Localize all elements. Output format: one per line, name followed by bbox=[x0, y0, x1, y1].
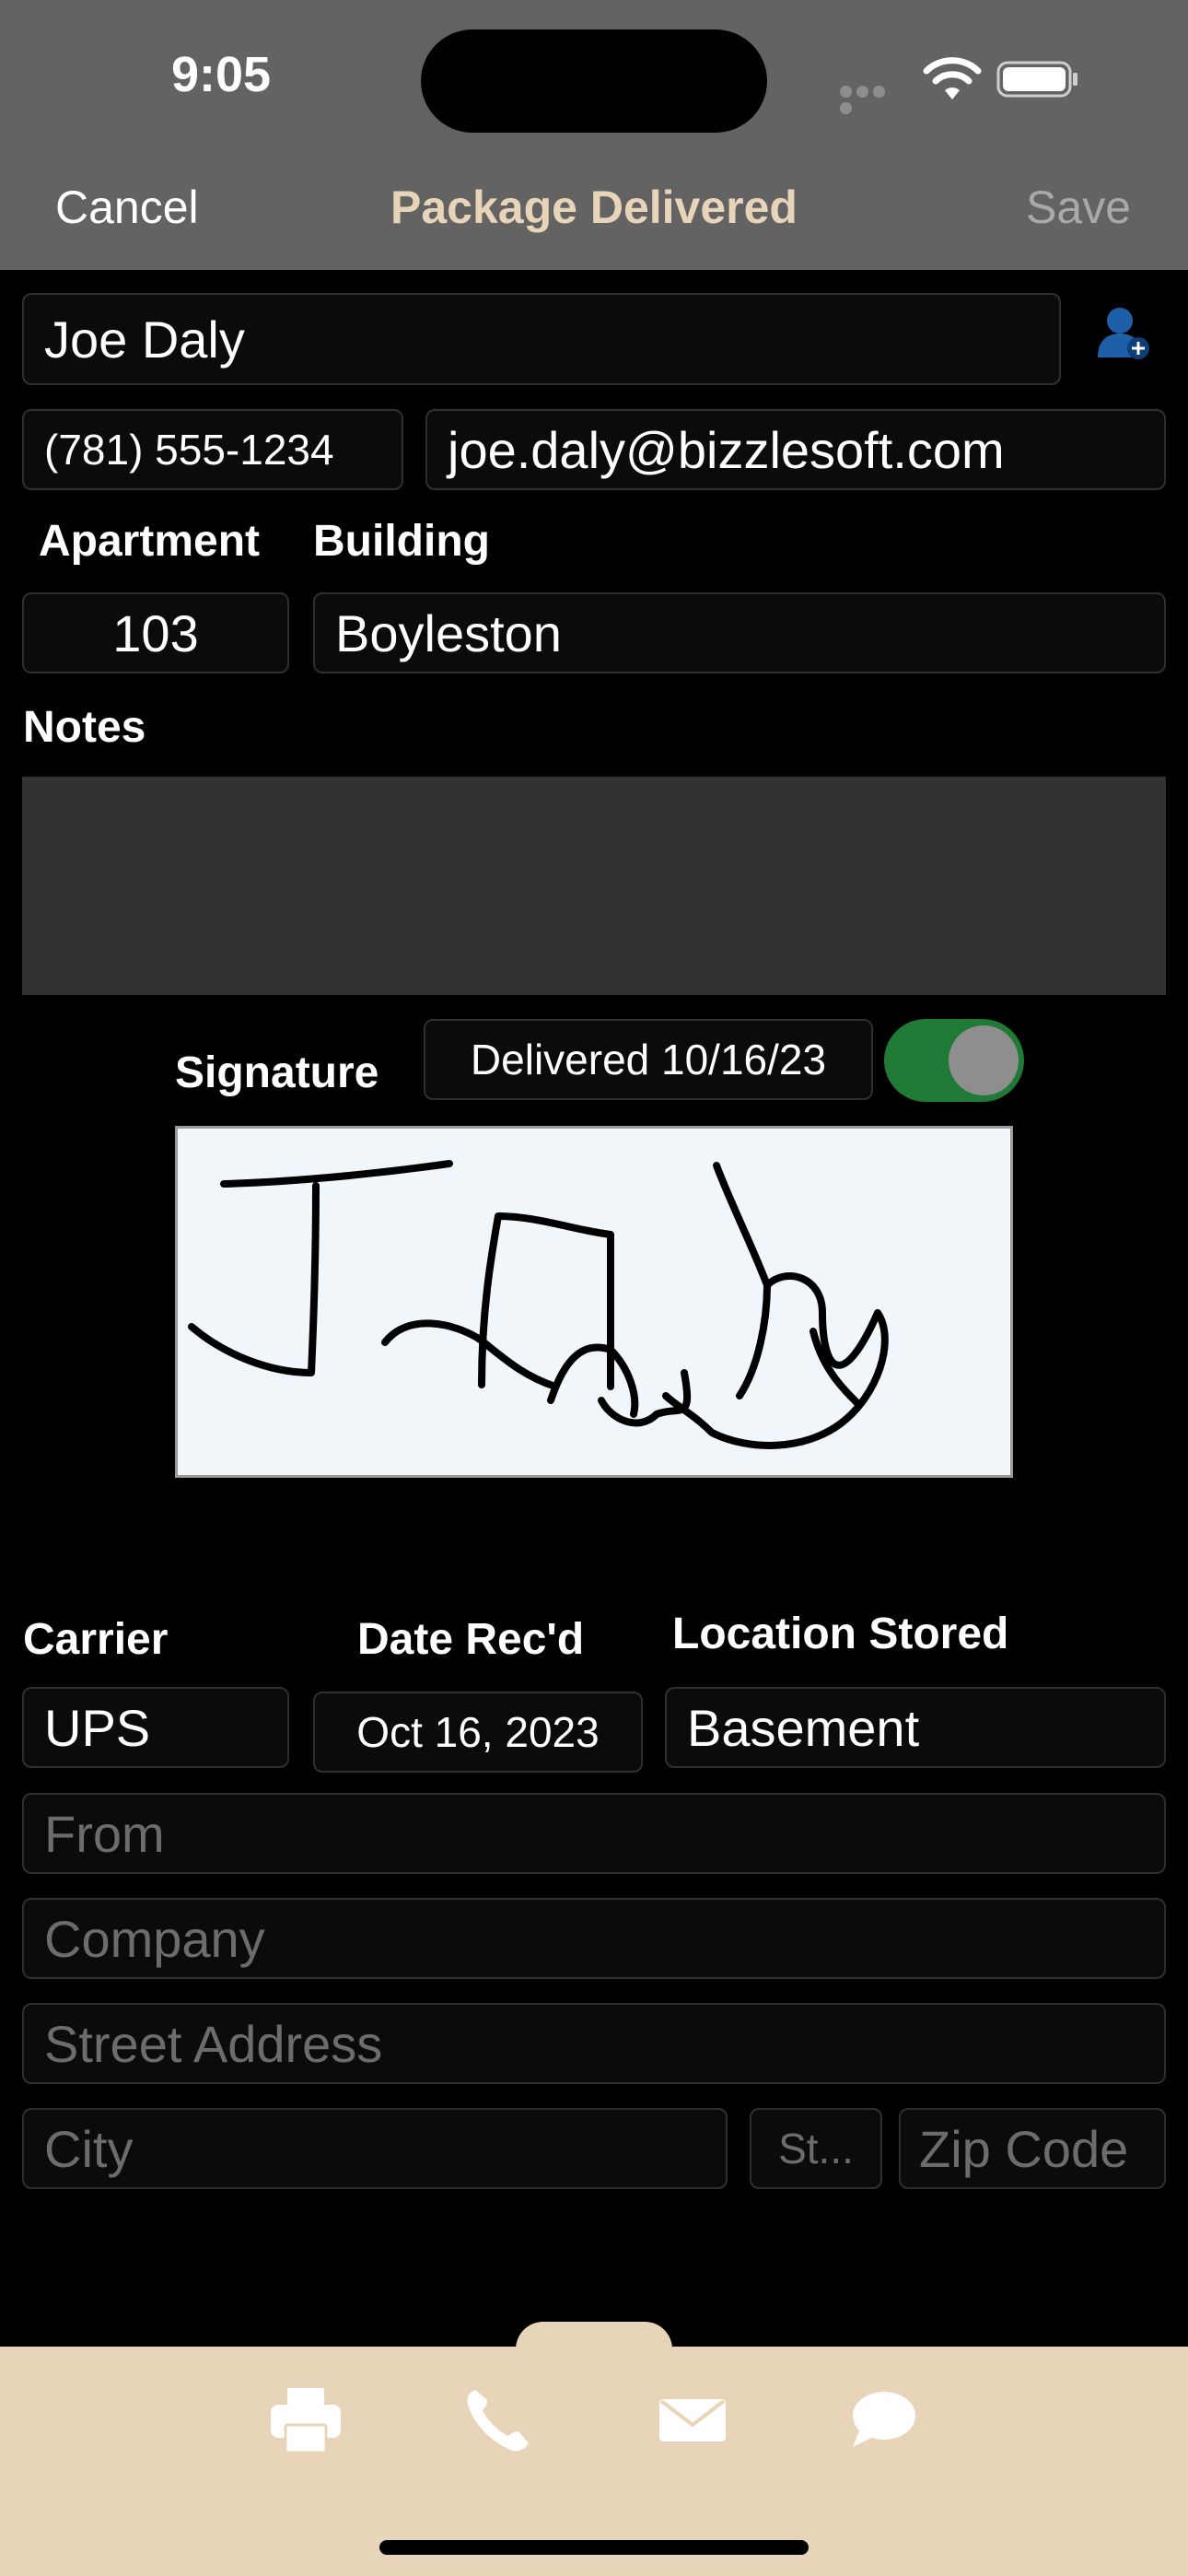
battery-icon bbox=[996, 61, 1077, 98]
delivered-toggle[interactable] bbox=[884, 1019, 1024, 1102]
name-field[interactable]: Joe Daly bbox=[22, 293, 1061, 385]
home-indicator bbox=[379, 2540, 809, 2555]
notes-label: Notes bbox=[23, 703, 146, 752]
notes-textarea[interactable] bbox=[22, 777, 1166, 995]
cellular-signal-icon bbox=[840, 86, 904, 114]
from-placeholder: From bbox=[44, 1804, 165, 1863]
dynamic-island bbox=[421, 29, 767, 133]
location-stored-field[interactable]: Basement bbox=[665, 1687, 1166, 1768]
zip-code-field[interactable]: Zip Code bbox=[899, 2108, 1166, 2189]
wifi-icon bbox=[923, 57, 982, 100]
company-placeholder: Company bbox=[44, 1909, 265, 1968]
carrier-field[interactable]: UPS bbox=[22, 1687, 289, 1768]
printer-icon[interactable] bbox=[269, 2386, 343, 2454]
delivered-date-field[interactable]: Delivered 10/16/23 bbox=[424, 1019, 873, 1100]
city-placeholder: City bbox=[44, 2119, 134, 2178]
signature-drawing bbox=[188, 1160, 889, 1449]
save-button[interactable]: Save bbox=[1026, 181, 1131, 234]
street-address-placeholder: Street Address bbox=[44, 2014, 383, 2073]
date-received-label: Date Rec'd bbox=[357, 1615, 585, 1664]
toggle-knob bbox=[949, 1025, 1019, 1095]
company-field[interactable]: Company bbox=[22, 1898, 1166, 1979]
date-received-field[interactable]: Oct 16, 2023 bbox=[313, 1692, 643, 1773]
city-field[interactable]: City bbox=[22, 2108, 728, 2189]
location-stored-label: Location Stored bbox=[672, 1610, 1009, 1658]
message-icon[interactable] bbox=[847, 2386, 921, 2454]
signature-label: Signature bbox=[175, 1048, 379, 1097]
page-title: Package Delivered bbox=[390, 181, 798, 233]
state-placeholder: St... bbox=[778, 2125, 854, 2172]
mail-icon[interactable] bbox=[656, 2386, 729, 2454]
add-contact-icon[interactable] bbox=[1096, 304, 1151, 361]
carrier-label: Carrier bbox=[23, 1615, 169, 1664]
signature-pad[interactable] bbox=[175, 1126, 1013, 1478]
apartment-field[interactable]: 103 bbox=[22, 592, 289, 673]
phone-field[interactable]: (781) 555-1234 bbox=[22, 409, 403, 490]
toolbar-handle bbox=[516, 2322, 672, 2349]
street-address-field[interactable]: Street Address bbox=[22, 2003, 1166, 2084]
status-time: 9:05 bbox=[170, 47, 272, 102]
building-field[interactable]: Boyleston bbox=[313, 592, 1166, 673]
building-label: Building bbox=[313, 517, 490, 566]
email-field[interactable]: joe.daly@bizzlesoft.com bbox=[425, 409, 1166, 490]
apartment-label: Apartment bbox=[39, 517, 261, 566]
from-field[interactable]: From bbox=[22, 1793, 1166, 1874]
cancel-button[interactable]: Cancel bbox=[55, 181, 199, 234]
phone-icon[interactable] bbox=[462, 2386, 536, 2454]
zip-code-placeholder: Zip Code bbox=[919, 2119, 1129, 2178]
state-field[interactable]: St... bbox=[750, 2108, 882, 2189]
